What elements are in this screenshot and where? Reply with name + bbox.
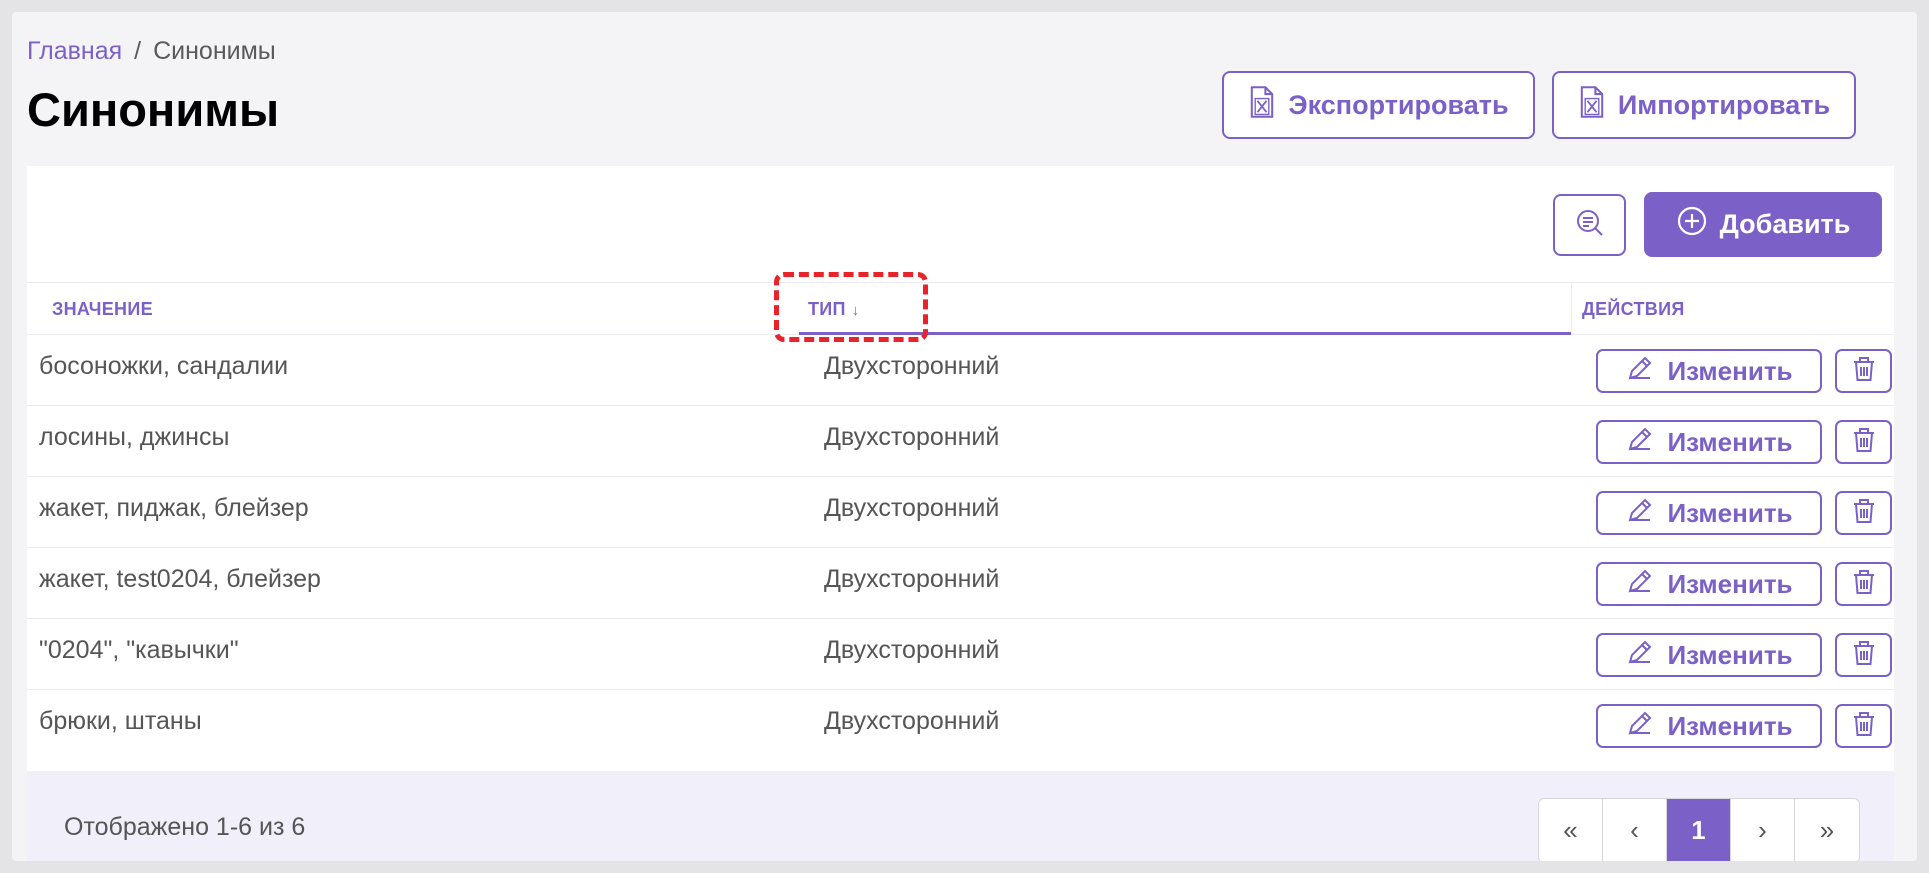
- row-type-cell: Двухсторонний: [824, 352, 1000, 380]
- table-header: ЗНАЧЕНИЕ ТИП ↓ ДЕЙСТВИЯ: [27, 282, 1894, 335]
- sort-down-icon: ↓: [851, 302, 860, 319]
- table-row: жакет, test0204, блейзер Двухсторонний Изм…: [27, 548, 1894, 619]
- delete-button[interactable]: [1835, 704, 1892, 748]
- pagination-page-button[interactable]: 1: [1667, 799, 1731, 861]
- pencil-icon: [1625, 495, 1655, 532]
- pencil-icon: [1625, 708, 1655, 745]
- breadcrumb-separator: /: [134, 37, 142, 65]
- breadcrumb-home-link[interactable]: Главная: [27, 37, 122, 66]
- column-header-value[interactable]: ЗНАЧЕНИЕ: [52, 283, 153, 335]
- edit-button[interactable]: Изменить: [1596, 562, 1822, 606]
- trash-icon: [1851, 497, 1877, 530]
- row-value-cell: лосины, джинсы: [39, 423, 230, 451]
- row-type-cell: Двухсторонний: [824, 565, 1000, 593]
- pencil-icon: [1625, 566, 1655, 603]
- column-header-actions: ДЕЙСТВИЯ: [1571, 283, 1894, 335]
- table-row: брюки, штаны Двухсторонний Изменить: [27, 690, 1894, 761]
- trash-icon: [1851, 568, 1877, 601]
- trash-icon: [1851, 639, 1877, 672]
- delete-button[interactable]: [1835, 349, 1892, 393]
- row-value-cell: босоножки, сандалии: [39, 352, 289, 380]
- excel-file-icon: [1578, 85, 1606, 126]
- pagination: « ‹ 1 › »: [1538, 798, 1860, 861]
- pagination-next-button[interactable]: ›: [1731, 799, 1795, 861]
- row-type-cell: Двухсторонний: [824, 494, 1000, 522]
- excel-file-icon: [1248, 85, 1276, 126]
- export-button[interactable]: Экспортировать: [1222, 71, 1535, 139]
- breadcrumb-current: Синонимы: [153, 37, 276, 65]
- edit-button[interactable]: Изменить: [1596, 633, 1822, 677]
- breadcrumb: Главная / Синонимы: [27, 37, 276, 66]
- page-frame: Главная / Синонимы Синонимы Экспортирова…: [12, 12, 1917, 861]
- table-body: босоножки, сандалии Двухсторонний Изменить…: [27, 335, 1894, 761]
- delete-button[interactable]: [1835, 491, 1892, 535]
- import-button[interactable]: Импортировать: [1552, 71, 1856, 139]
- table-row: жакет, пиджак, блейзер Двухсторонний Измен…: [27, 477, 1894, 548]
- row-type-cell: Двухсторонний: [824, 423, 1000, 451]
- trash-icon: [1851, 710, 1877, 743]
- plus-circle-icon: [1676, 205, 1708, 244]
- pagination-first-button[interactable]: «: [1539, 799, 1603, 861]
- table-row: "0204", "кавычки" Двухсторонний Изменить: [27, 619, 1894, 690]
- delete-button[interactable]: [1835, 562, 1892, 606]
- add-button-label: Добавить: [1719, 209, 1851, 239]
- edit-button[interactable]: Изменить: [1596, 349, 1822, 393]
- trash-icon: [1851, 355, 1877, 388]
- pagination-last-button[interactable]: »: [1795, 799, 1859, 861]
- table-row: лосины, джинсы Двухсторонний Изменить: [27, 406, 1894, 477]
- edit-button-label: Изменить: [1667, 639, 1793, 670]
- edit-button[interactable]: Изменить: [1596, 420, 1822, 464]
- table-row: босоножки, сандалии Двухсторонний Изменить: [27, 335, 1894, 406]
- row-value-cell: "0204", "кавычки": [39, 636, 239, 664]
- delete-button[interactable]: [1835, 420, 1892, 464]
- pencil-icon: [1625, 353, 1655, 390]
- export-button-label: Экспортировать: [1288, 89, 1509, 120]
- edit-button-label: Изменить: [1667, 568, 1793, 599]
- row-value-cell: жакет, test0204, блейзер: [39, 565, 321, 593]
- synonyms-card: Добавить ЗНАЧЕНИЕ ТИП ↓ ДЕЙСТВИЯ босоножк…: [27, 166, 1894, 861]
- edit-button-label: Изменить: [1667, 355, 1793, 386]
- trash-icon: [1851, 426, 1877, 459]
- search-filter-icon: [1574, 207, 1606, 244]
- shown-count-text: Отображено 1-6 из 6: [64, 813, 306, 841]
- pencil-icon: [1625, 637, 1655, 674]
- row-type-cell: Двухсторонний: [824, 636, 1000, 664]
- edit-button[interactable]: Изменить: [1596, 491, 1822, 535]
- page-title: Синонимы: [27, 83, 280, 136]
- row-value-cell: жакет, пиджак, блейзер: [39, 494, 309, 522]
- row-value-cell: брюки, штаны: [39, 707, 202, 735]
- edit-button[interactable]: Изменить: [1596, 704, 1822, 748]
- edit-button-label: Изменить: [1667, 426, 1793, 457]
- pencil-icon: [1625, 424, 1655, 461]
- row-type-cell: Двухсторонний: [824, 707, 1000, 735]
- import-button-label: Импортировать: [1617, 89, 1831, 120]
- edit-button-label: Изменить: [1667, 497, 1793, 528]
- table-footer: Отображено 1-6 из 6 « ‹ 1 › »: [27, 771, 1894, 861]
- edit-button-label: Изменить: [1667, 710, 1793, 741]
- column-header-type-label: ТИП: [808, 299, 846, 319]
- delete-button[interactable]: [1835, 633, 1892, 677]
- add-button[interactable]: Добавить: [1644, 192, 1882, 257]
- pagination-prev-button[interactable]: ‹: [1603, 799, 1667, 861]
- search-filter-button[interactable]: [1553, 194, 1626, 256]
- column-header-type[interactable]: ТИП ↓: [799, 283, 1571, 335]
